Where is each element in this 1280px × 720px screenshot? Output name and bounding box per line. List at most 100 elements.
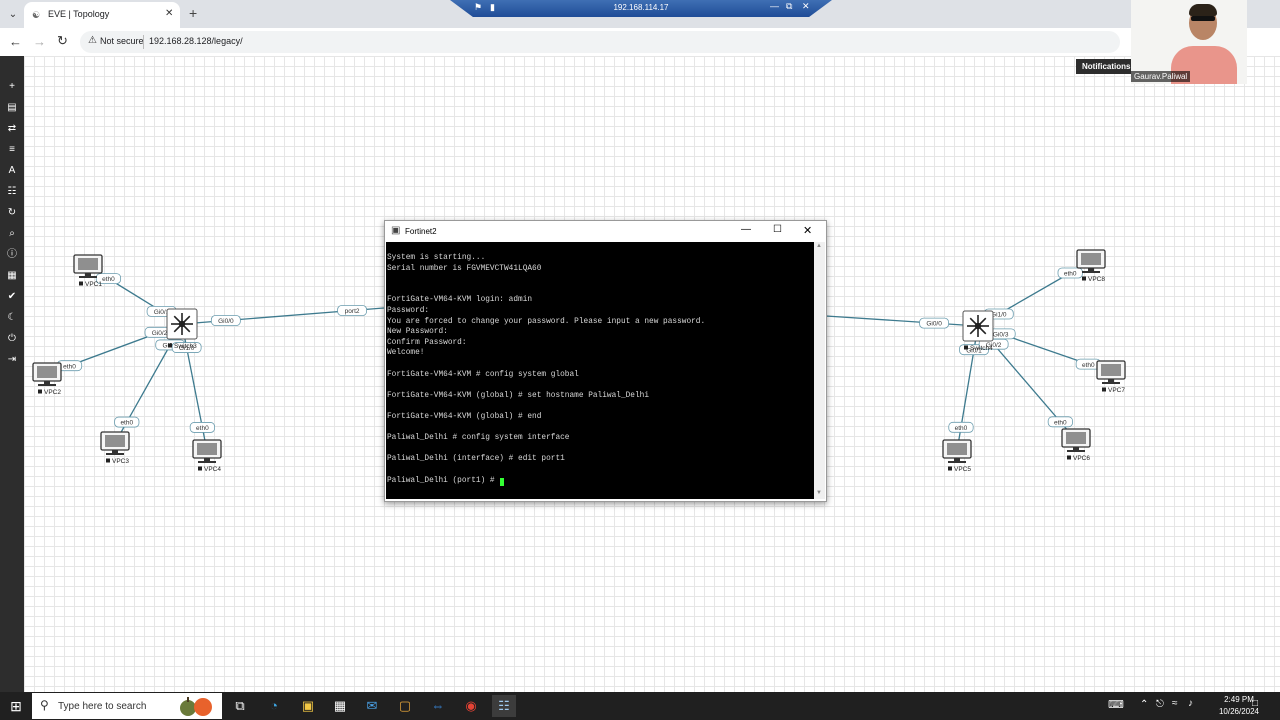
port-label[interactable]: Gi0/0 bbox=[210, 315, 241, 326]
node-status-square bbox=[1102, 387, 1106, 392]
terminal-line: System is starting... bbox=[387, 254, 486, 262]
store-icon[interactable]: ▦ bbox=[328, 695, 352, 717]
vpc-screen bbox=[1101, 364, 1121, 376]
port-label-text: eth0 bbox=[63, 363, 76, 370]
maximize-icon[interactable]: ☐ bbox=[773, 224, 782, 235]
vpc-stand bbox=[44, 381, 50, 384]
vpc-base bbox=[106, 453, 124, 455]
node-vpc2[interactable]: VPC2 bbox=[32, 362, 62, 396]
node-switch3[interactable]: Switch3 bbox=[166, 308, 198, 350]
port-label[interactable]: eth0 bbox=[189, 422, 215, 433]
teamviewer-icon[interactable]: ⇔ bbox=[426, 695, 450, 717]
vpc-stand bbox=[85, 273, 91, 276]
switch-hub bbox=[974, 322, 982, 330]
node-status-square bbox=[106, 458, 110, 463]
node-label: VPC4 bbox=[204, 466, 221, 473]
terminal-window[interactable]: ▣ Fortinet2 — ☐ ✕ System is starting... S… bbox=[384, 220, 827, 502]
node-vpc7[interactable]: VPC7 bbox=[1096, 360, 1126, 394]
minimize-icon[interactable]: — bbox=[741, 224, 751, 235]
notifications-button[interactable]: Notifications bbox=[1076, 59, 1137, 74]
vpc-stand bbox=[1073, 447, 1079, 450]
close-icon[interactable]: ✕ bbox=[803, 224, 812, 237]
vpc-base bbox=[198, 461, 216, 463]
vpc-screen bbox=[78, 258, 98, 270]
node-switch4[interactable]: Switch4 bbox=[962, 310, 994, 352]
port-label-text: eth0 bbox=[196, 425, 209, 432]
notification-center-icon[interactable]: □ bbox=[1252, 698, 1258, 709]
node-status-square bbox=[964, 345, 968, 350]
vpc-base bbox=[1067, 450, 1085, 452]
vpc-stand bbox=[1088, 268, 1094, 271]
edge-icon[interactable]: ◔ bbox=[262, 695, 286, 717]
terminal-line: FortiGate-VM64-KVM # config system globa… bbox=[387, 370, 579, 379]
vpc-base bbox=[1102, 382, 1120, 384]
node-label: VPC3 bbox=[112, 458, 129, 465]
node-status-square bbox=[79, 281, 83, 286]
terminal-line: FortiGate-VM64-KVM login: admin bbox=[387, 296, 533, 305]
port-label-text: eth0 bbox=[102, 276, 115, 283]
terminal-line: Paliwal_Delhi # config system interface bbox=[387, 434, 570, 443]
volume-icon[interactable]: ♪ bbox=[1188, 698, 1193, 709]
node-vpc4[interactable]: VPC4 bbox=[192, 439, 222, 473]
mail-icon[interactable]: ✉ bbox=[360, 695, 384, 717]
port-label[interactable]: eth0 bbox=[1057, 267, 1083, 279]
taskbar-search-box[interactable]: ⚲ Type here to search bbox=[32, 693, 222, 719]
port-label[interactable]: eth0 bbox=[1047, 416, 1073, 428]
scroll-up-icon[interactable]: ▲ bbox=[816, 243, 822, 249]
node-vpc1[interactable]: VPC1 bbox=[73, 254, 103, 288]
terminal-titlebar[interactable]: ▣ Fortinet2 — ☐ ✕ bbox=[385, 221, 826, 242]
webcam-overlay: Gaurav.Paliwal bbox=[1131, 0, 1247, 84]
port-label[interactable]: eth0 bbox=[114, 416, 140, 428]
app-icon[interactable]: ▢ bbox=[393, 695, 417, 717]
vpc-screen bbox=[37, 366, 57, 378]
file-explorer-icon[interactable]: ▣ bbox=[296, 695, 320, 717]
node-vpc5[interactable]: VPC5 bbox=[942, 439, 972, 473]
chrome-icon[interactable]: ◉ bbox=[459, 695, 483, 717]
scroll-down-icon[interactable]: ▼ bbox=[816, 490, 822, 496]
vpc-screen bbox=[947, 443, 967, 455]
clock-date[interactable]: 10/26/2024 bbox=[1200, 707, 1278, 716]
node-status-square bbox=[1067, 455, 1071, 460]
task-view-icon[interactable]: ⧉ bbox=[228, 695, 252, 717]
link-switch4-fortinet2[interactable] bbox=[825, 315, 979, 327]
terminal-line: FortiGate-VM64-KVM (global) # set hostna… bbox=[387, 391, 650, 400]
webcam-name: Gaurav.Paliwal bbox=[1131, 71, 1191, 82]
port-label-text: Gi0/0 bbox=[218, 318, 234, 325]
terminal-screen[interactable]: System is starting... Serial number is FG… bbox=[386, 242, 814, 499]
clock-time[interactable]: 2:49 PM bbox=[1200, 695, 1278, 704]
node-vpc6[interactable]: VPC6 bbox=[1061, 428, 1091, 462]
keyboard-icon[interactable]: ⌨ bbox=[1108, 698, 1124, 711]
node-label: Switch4 bbox=[970, 345, 993, 352]
terminal-line: Paliwal_Delhi (port1) # bbox=[387, 476, 500, 485]
terminal-scrollbar[interactable]: ▲ ▼ bbox=[814, 242, 825, 499]
vpc-base bbox=[79, 276, 97, 278]
port-label[interactable]: port2 bbox=[337, 305, 367, 316]
node-status-square bbox=[168, 343, 172, 348]
windows-start-icon[interactable]: ⊞ bbox=[6, 696, 26, 716]
network-app-icon[interactable]: ☷ bbox=[492, 695, 516, 717]
port-label[interactable]: eth0 bbox=[948, 421, 974, 433]
terminal-line: You are forced to change your password. … bbox=[387, 317, 706, 326]
windows-taskbar: ⊞ ⚲ Type here to search ⧉ ◔ ▣ ▦ ✉ ▢ ⇔ ◉ ☷ ⌨ ⌃ ⎋ … bbox=[0, 692, 1280, 720]
terminal-line: Confirm Password: bbox=[387, 338, 467, 347]
node-vpc3[interactable]: VPC3 bbox=[100, 431, 130, 465]
vpc-base bbox=[948, 461, 966, 463]
search-highlight-icon bbox=[180, 697, 212, 716]
search-icon: ⚲ bbox=[40, 698, 49, 712]
terminal-line: Password: bbox=[387, 307, 430, 315]
network-icon[interactable]: ⎋ bbox=[1156, 699, 1164, 710]
node-status-square bbox=[948, 466, 952, 471]
vpc-stand bbox=[204, 458, 210, 461]
node-label: VPC6 bbox=[1073, 455, 1090, 462]
node-vpc8[interactable]: VPC8 bbox=[1076, 249, 1106, 283]
port-label-text: Gi0/2 bbox=[152, 330, 168, 337]
wifi-icon[interactable]: ≈ bbox=[1172, 698, 1178, 709]
node-label: Switch3 bbox=[174, 343, 197, 350]
port-label[interactable]: Gi0/0 bbox=[919, 317, 949, 329]
tray-chevron-up-icon[interactable]: ⌃ bbox=[1140, 699, 1148, 710]
port-label-text: Gi0/0 bbox=[926, 321, 942, 328]
vpc-screen bbox=[105, 435, 125, 447]
node-status-square bbox=[38, 389, 42, 394]
terminal-title: Fortinet2 bbox=[405, 227, 437, 236]
vpc-stand bbox=[112, 450, 118, 453]
